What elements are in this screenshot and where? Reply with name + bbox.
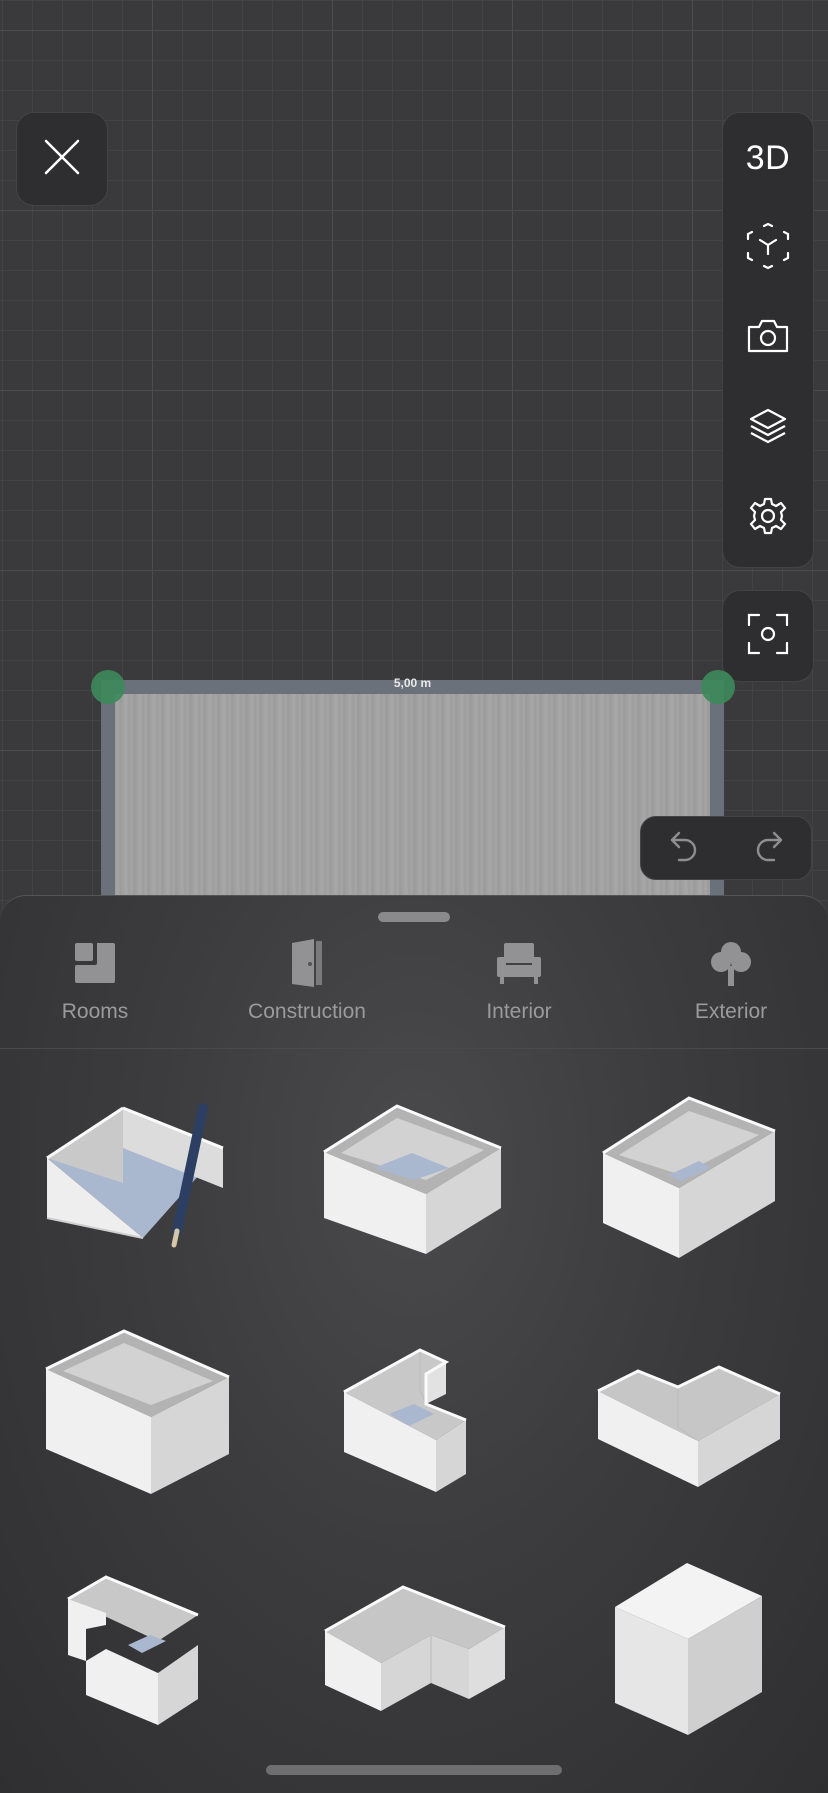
l-shaped-room-thumbnail <box>597 1365 781 1487</box>
room-template-t-shaped[interactable] <box>299 1549 529 1749</box>
view-3d-button[interactable]: 3D <box>723 113 813 203</box>
close-icon <box>42 137 82 182</box>
solid-cube-thumbnail <box>615 1563 762 1735</box>
room-template-rectangle[interactable] <box>574 1078 804 1278</box>
rectangle-room-thumbnail <box>602 1096 776 1258</box>
t-shaped-room-thumbnail <box>324 1585 506 1711</box>
focus-frame-icon <box>747 613 789 660</box>
rooms-icon <box>74 942 116 989</box>
home-indicator[interactable] <box>266 1765 562 1775</box>
redo-icon <box>754 829 784 868</box>
room-floor <box>115 694 710 920</box>
undo-button[interactable] <box>641 817 726 879</box>
category-tabs: Rooms Construction Interior Exterior <box>0 936 828 1046</box>
camera-button[interactable] <box>723 293 813 383</box>
room-template-wide-rectangle[interactable] <box>23 1314 253 1514</box>
room-template-square[interactable] <box>299 1078 529 1278</box>
room-template-l-shaped[interactable] <box>574 1314 804 1514</box>
camera-icon <box>746 318 790 359</box>
room-template-notched[interactable] <box>299 1314 529 1514</box>
undo-redo-group <box>640 816 812 880</box>
room-template-solid-cube[interactable] <box>574 1549 804 1749</box>
tab-label: Construction <box>248 1000 366 1023</box>
tab-rooms[interactable]: Rooms <box>0 936 195 1024</box>
tabs-divider <box>0 1048 828 1049</box>
tab-label: Rooms <box>61 1000 129 1023</box>
armchair-icon <box>496 941 542 990</box>
draw-room-thumbnail <box>46 1103 224 1248</box>
tab-interior[interactable]: Interior <box>419 936 619 1024</box>
tab-exterior[interactable]: Exterior <box>631 936 828 1024</box>
layers-button[interactable] <box>723 383 813 473</box>
gear-icon <box>748 496 788 541</box>
tab-construction[interactable]: Construction <box>207 936 407 1024</box>
wide-rectangle-room-thumbnail <box>45 1329 230 1494</box>
layers-icon <box>748 406 788 451</box>
ar-view-button[interactable] <box>723 203 813 293</box>
notched-room-thumbnail <box>343 1348 467 1492</box>
room-shape[interactable]: 5,00 m <box>101 676 724 920</box>
door-icon <box>290 938 324 992</box>
room-corner-handle[interactable] <box>701 670 735 704</box>
close-button[interactable] <box>16 112 108 206</box>
sheet-grabber[interactable] <box>378 912 450 922</box>
room-dimension-label: 5,00 m <box>393 676 432 690</box>
right-toolbar: 3D <box>722 112 814 568</box>
tab-label: Exterior <box>694 1000 768 1023</box>
catalog-sheet: Rooms Construction Interior Exterior <box>0 895 828 1793</box>
room-template-draw[interactable] <box>23 1078 253 1278</box>
room-template-stepped[interactable] <box>23 1549 253 1749</box>
room-corner-handle[interactable] <box>91 670 125 704</box>
undo-icon <box>669 829 699 868</box>
square-room-thumbnail <box>323 1104 502 1254</box>
ar-cube-icon <box>746 222 790 274</box>
recenter-button[interactable] <box>722 590 814 682</box>
settings-button[interactable] <box>723 473 813 563</box>
tab-label: Interior <box>486 1000 552 1023</box>
stepped-room-thumbnail <box>67 1575 199 1725</box>
redo-button[interactable] <box>726 817 811 879</box>
tree-icon <box>710 940 752 991</box>
